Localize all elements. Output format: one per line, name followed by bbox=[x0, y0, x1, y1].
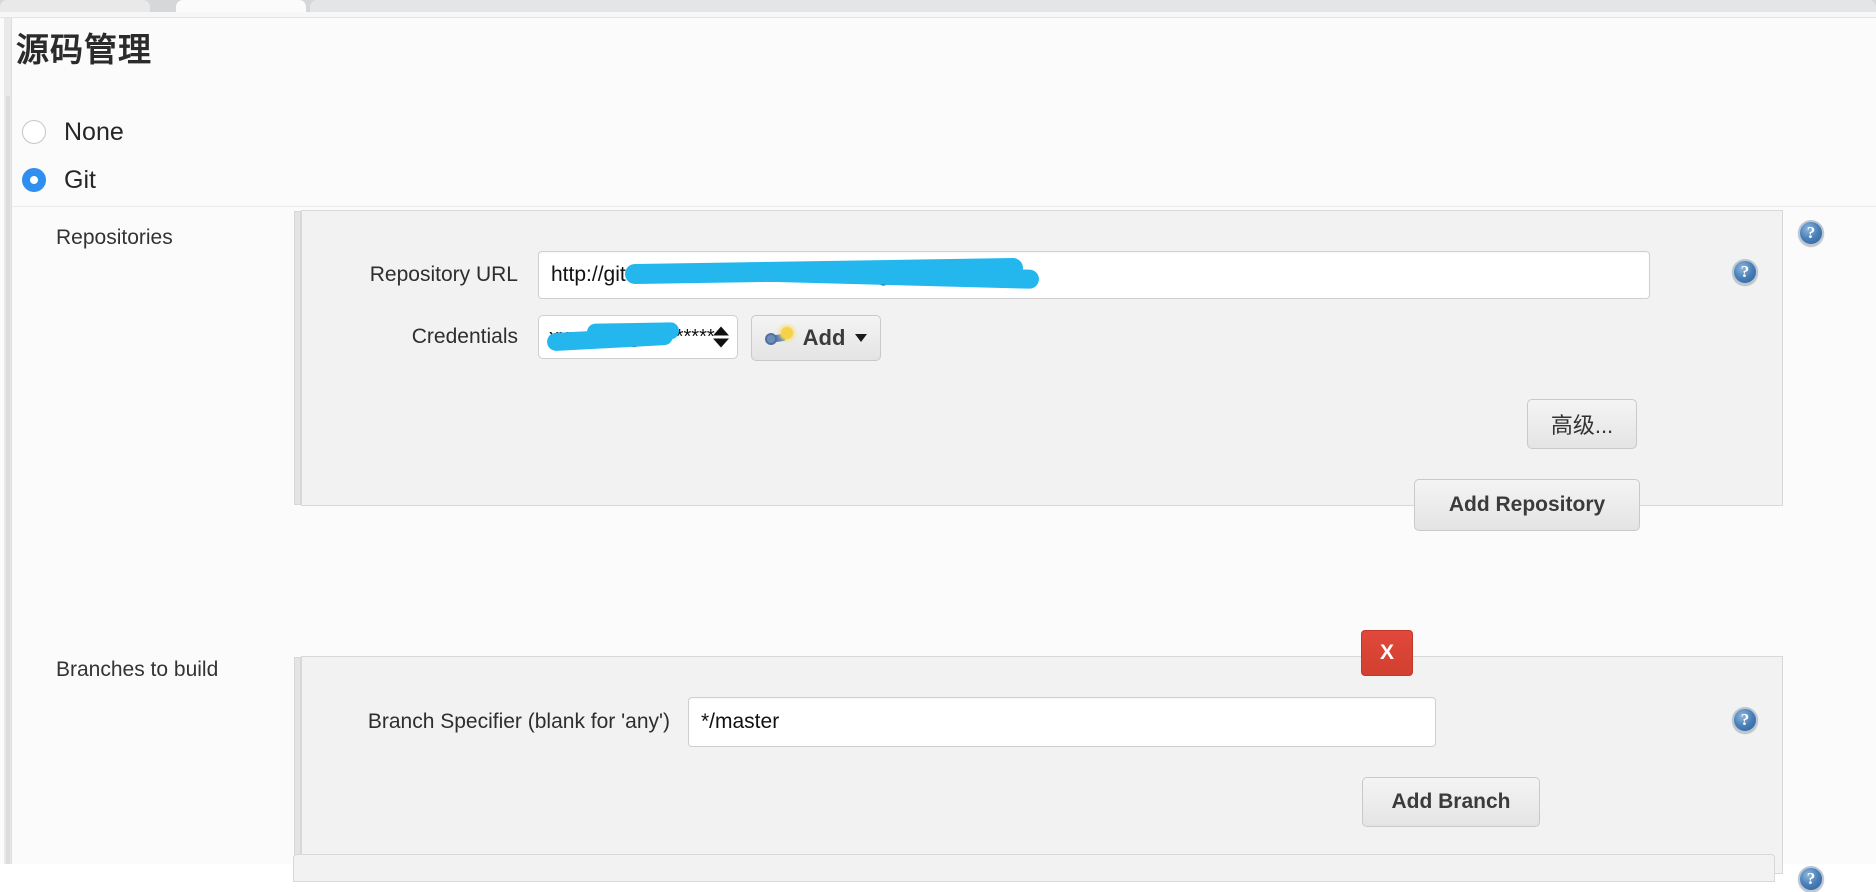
repositories-section-help-icon[interactable]: ? bbox=[1798, 220, 1824, 246]
repository-url-label: Repository URL bbox=[369, 263, 518, 286]
next-section-block bbox=[293, 854, 1775, 882]
scm-option-none-label: None bbox=[64, 118, 124, 146]
scm-option-git[interactable]: Git bbox=[22, 156, 1862, 204]
branch-specifier-label: Branch Specifier (blank for 'any') bbox=[367, 710, 670, 733]
key-icon bbox=[764, 327, 795, 349]
chevron-down-icon bbox=[855, 334, 868, 342]
add-repository-label: Add Repository bbox=[1448, 493, 1606, 516]
browser-tab-2[interactable] bbox=[176, 0, 306, 12]
help-glyph: ? bbox=[1740, 710, 1750, 729]
add-branch-button[interactable]: Add Branch bbox=[1362, 777, 1540, 827]
scm-option-git-label: Git bbox=[64, 166, 96, 194]
browser-tab-1[interactable] bbox=[0, 0, 150, 12]
delete-branch-label: X bbox=[1379, 641, 1394, 664]
browser-tab-strip bbox=[0, 0, 1876, 12]
add-credentials-button[interactable]: Add bbox=[751, 315, 881, 361]
section-divider bbox=[12, 206, 1876, 207]
repository-url-row: Repository URL http://git.cloudmin.cn/to… bbox=[346, 251, 1746, 299]
repositories-block: Repository URL http://git.cloudmin.cn/to… bbox=[294, 210, 1783, 531]
advanced-button[interactable]: 高级... bbox=[1527, 399, 1637, 449]
add-credentials-label: Add bbox=[802, 325, 846, 350]
credentials-stepper[interactable] bbox=[713, 326, 729, 348]
branches-block: Branch Specifier (blank for 'any') */mas… bbox=[294, 656, 1783, 874]
help-glyph: ? bbox=[1740, 262, 1750, 281]
add-repository-button[interactable]: Add Repository bbox=[1414, 479, 1640, 531]
next-section-help-icon[interactable]: ? bbox=[1798, 866, 1824, 892]
radio-git-selected-icon[interactable] bbox=[22, 168, 46, 192]
page-title: 源码管理 bbox=[16, 31, 152, 68]
branch-specifier-value: */master bbox=[701, 710, 780, 733]
repository-url-value: http://git.cloudmin.cn/tools/xxx-tool.gi… bbox=[551, 263, 900, 286]
help-glyph: ? bbox=[1806, 869, 1816, 888]
branches-section: Branches to build Branch Specifier (blan… bbox=[0, 630, 1876, 874]
branch-specifier-input[interactable]: */master bbox=[688, 697, 1436, 747]
advanced-button-label: 高级... bbox=[1550, 413, 1614, 438]
stepper-up-icon[interactable] bbox=[713, 326, 729, 336]
credentials-label: Credentials bbox=[411, 325, 518, 348]
stepper-down-icon[interactable] bbox=[713, 338, 729, 348]
branch-specifier-row: Branch Specifier (blank for 'any') */mas… bbox=[346, 697, 1746, 747]
repository-url-input[interactable]: http://git.cloudmin.cn/tools/xxx-tool.gi… bbox=[538, 251, 1650, 299]
help-glyph: ? bbox=[1806, 223, 1816, 242]
radio-none-icon[interactable] bbox=[22, 120, 46, 144]
credentials-value: xxx-zhangbo/****** bbox=[549, 325, 715, 348]
delete-branch-button[interactable]: X bbox=[1361, 630, 1413, 676]
branches-section-label: Branches to build bbox=[56, 658, 219, 681]
add-branch-label: Add Branch bbox=[1391, 790, 1511, 813]
browser-tab-3[interactable] bbox=[310, 0, 1876, 12]
scm-configuration-page: 源码管理 None Git Repositories Repository UR… bbox=[0, 18, 1876, 892]
scm-radio-group: None Git bbox=[22, 108, 1862, 204]
credentials-select[interactable]: xxx-zhangbo/****** bbox=[538, 315, 738, 359]
scm-option-none[interactable]: None bbox=[22, 108, 1862, 156]
branch-specifier-help-icon[interactable]: ? bbox=[1732, 707, 1758, 733]
repository-url-help-icon[interactable]: ? bbox=[1732, 259, 1758, 285]
repositories-section: Repositories Repository URL http://git.c… bbox=[0, 210, 1876, 531]
repositories-section-label: Repositories bbox=[56, 226, 173, 249]
